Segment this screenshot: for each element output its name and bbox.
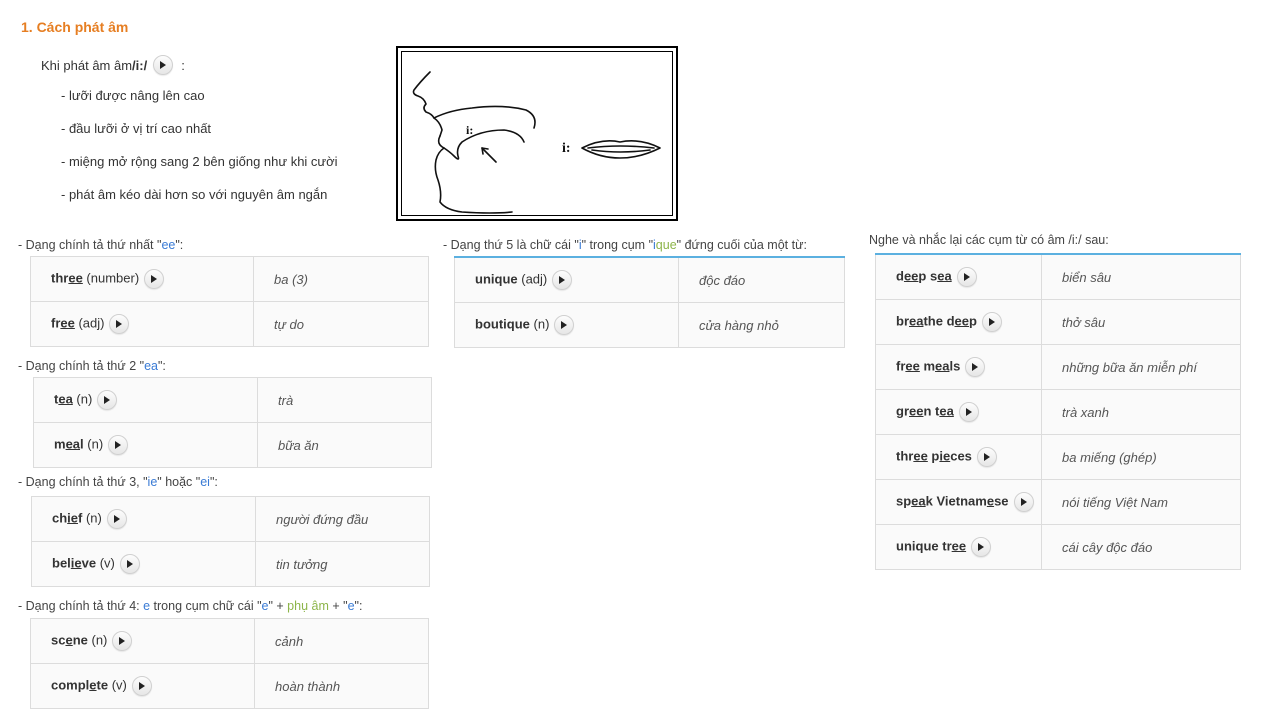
table-row: deep sea biển sâu <box>875 253 1241 300</box>
word-cell: boutique (n) <box>454 302 679 348</box>
diagram-label-right: i: <box>562 141 571 156</box>
intro-line: Khi phát âm âm /i:/ : <box>41 55 185 75</box>
section-title: 1. Cách phát âm <box>21 19 129 35</box>
word-cell: believe (v) <box>31 541 256 587</box>
meaning-cell: trà xanh <box>1041 389 1241 435</box>
meaning-cell: cửa hàng nhỏ <box>678 302 845 348</box>
phrase-cell: unique tree <box>875 524 1042 570</box>
bullet-item: - miệng mở rộng sang 2 bên giống như khi… <box>61 154 338 169</box>
play-icon[interactable] <box>153 55 174 75</box>
word-cell: scene (n) <box>30 618 255 664</box>
play-icon[interactable] <box>97 390 118 410</box>
meaning-cell: thở sâu <box>1041 299 1241 345</box>
play-icon[interactable] <box>106 509 127 529</box>
word-cell: chief (n) <box>31 496 256 542</box>
section-heading-4: - Dạng chính tả thứ 4: e trong cụm chữ c… <box>18 599 363 613</box>
table-row: tea (n) trà <box>33 377 432 423</box>
play-icon[interactable] <box>981 312 1002 332</box>
play-icon[interactable] <box>144 269 165 289</box>
table-row: breathe deep thở sâu <box>875 299 1241 345</box>
phrase-cell: green tea <box>875 389 1042 435</box>
play-icon[interactable] <box>958 402 979 422</box>
meaning-cell: nói tiếng Việt Nam <box>1041 479 1241 525</box>
meaning-cell: tự do <box>253 301 429 347</box>
word-cell: complete (v) <box>30 663 255 709</box>
phrase-cell: free meals <box>875 344 1042 390</box>
table-row: green tea trà xanh <box>875 389 1241 435</box>
phrase-cell: speak Vietnamese <box>875 479 1042 525</box>
meaning-cell: ba miếng (ghép) <box>1041 434 1241 480</box>
table-row: complete (v) hoàn thành <box>30 663 429 709</box>
table-row: three pieces ba miếng (ghép) <box>875 434 1241 480</box>
vocab-table-4: scene (n) cảnh complete (v) hoàn thành <box>30 618 429 709</box>
table-row: chief (n) người đứng đầu <box>31 496 430 542</box>
meaning-cell: cảnh <box>254 618 429 664</box>
table-row: three (number) ba (3) <box>30 256 429 302</box>
vocab-table-3: chief (n) người đứng đầu believe (v) tin… <box>31 496 430 587</box>
meaning-cell: trà <box>257 377 432 423</box>
vocab-table-5: unique (adj) độc đáo boutique (n) cửa hà… <box>454 256 845 348</box>
meaning-cell: độc đáo <box>678 256 845 303</box>
meaning-cell: người đứng đầu <box>255 496 430 542</box>
meaning-cell: những bữa ăn miễn phí <box>1041 344 1241 390</box>
play-icon[interactable] <box>108 435 129 455</box>
phrase-table: deep sea biển sâu breathe deep thở sâu f… <box>875 253 1241 570</box>
bullet-item: - đầu lưỡi ở vị trí cao nhất <box>61 121 212 136</box>
play-icon[interactable] <box>976 447 997 467</box>
intro-symbol: /i:/ <box>132 57 148 73</box>
word-cell: three (number) <box>30 256 254 302</box>
word-cell: meal (n) <box>33 422 258 468</box>
intro-prefix: Khi phát âm âm <box>41 57 133 73</box>
play-icon[interactable] <box>109 314 130 334</box>
section-heading-6: Nghe và nhắc lại các cụm từ có âm /i:/ s… <box>869 233 1109 247</box>
play-icon[interactable] <box>554 315 575 335</box>
diagram-label-left: i: <box>466 123 473 137</box>
play-icon[interactable] <box>552 270 573 290</box>
word-cell: free (adj) <box>30 301 254 347</box>
table-row: speak Vietnamese nói tiếng Việt Nam <box>875 479 1241 525</box>
word-cell: unique (adj) <box>454 256 679 303</box>
play-icon[interactable] <box>131 676 152 696</box>
phrase-cell: deep sea <box>875 253 1042 300</box>
mouth-diagram-drawing: i: i: <box>412 71 661 214</box>
play-icon[interactable] <box>119 554 140 574</box>
table-row: believe (v) tin tưởng <box>31 541 430 587</box>
table-row: meal (n) bữa ăn <box>33 422 432 468</box>
table-row: scene (n) cảnh <box>30 618 429 664</box>
section-heading-3: - Dạng chính tả thứ 3, "ie" hoặc "ei": <box>18 475 218 489</box>
play-icon[interactable] <box>965 357 986 377</box>
table-row: free meals những bữa ăn miễn phí <box>875 344 1241 390</box>
play-icon[interactable] <box>1013 492 1034 512</box>
phrase-cell: breathe deep <box>875 299 1042 345</box>
section-heading-5: - Dạng thứ 5 là chữ cái "i" trong cụm "i… <box>443 238 807 252</box>
section-heading-2: - Dạng chính tả thứ 2 "ea": <box>18 359 166 373</box>
vocab-table-2: tea (n) trà meal (n) bữa ăn <box>33 377 432 468</box>
mouth-diagram: i: i: <box>396 46 678 221</box>
vocab-table-1: three (number) ba (3) free (adj) tự do <box>30 256 429 347</box>
bullet-item: - phát âm kéo dài hơn so với nguyên âm n… <box>61 187 328 202</box>
play-icon[interactable] <box>971 537 992 557</box>
play-icon[interactable] <box>956 267 977 287</box>
meaning-cell: biển sâu <box>1041 253 1241 300</box>
bullet-item: - lưỡi được nâng lên cao <box>61 88 205 103</box>
phrase-cell: three pieces <box>875 434 1042 480</box>
table-row: boutique (n) cửa hàng nhỏ <box>454 302 845 348</box>
table-row: unique (adj) độc đáo <box>454 256 845 303</box>
meaning-cell: tin tưởng <box>255 541 430 587</box>
table-row: unique tree cái cây độc đáo <box>875 524 1241 570</box>
intro-suffix: : <box>181 57 185 73</box>
word-cell: tea (n) <box>33 377 258 423</box>
table-row: free (adj) tự do <box>30 301 429 347</box>
meaning-cell: hoàn thành <box>254 663 429 709</box>
section-heading-1: - Dạng chính tả thứ nhất "ee": <box>18 238 184 252</box>
meaning-cell: cái cây độc đáo <box>1041 524 1241 570</box>
meaning-cell: ba (3) <box>253 256 429 302</box>
meaning-cell: bữa ăn <box>257 422 432 468</box>
play-icon[interactable] <box>112 631 133 651</box>
